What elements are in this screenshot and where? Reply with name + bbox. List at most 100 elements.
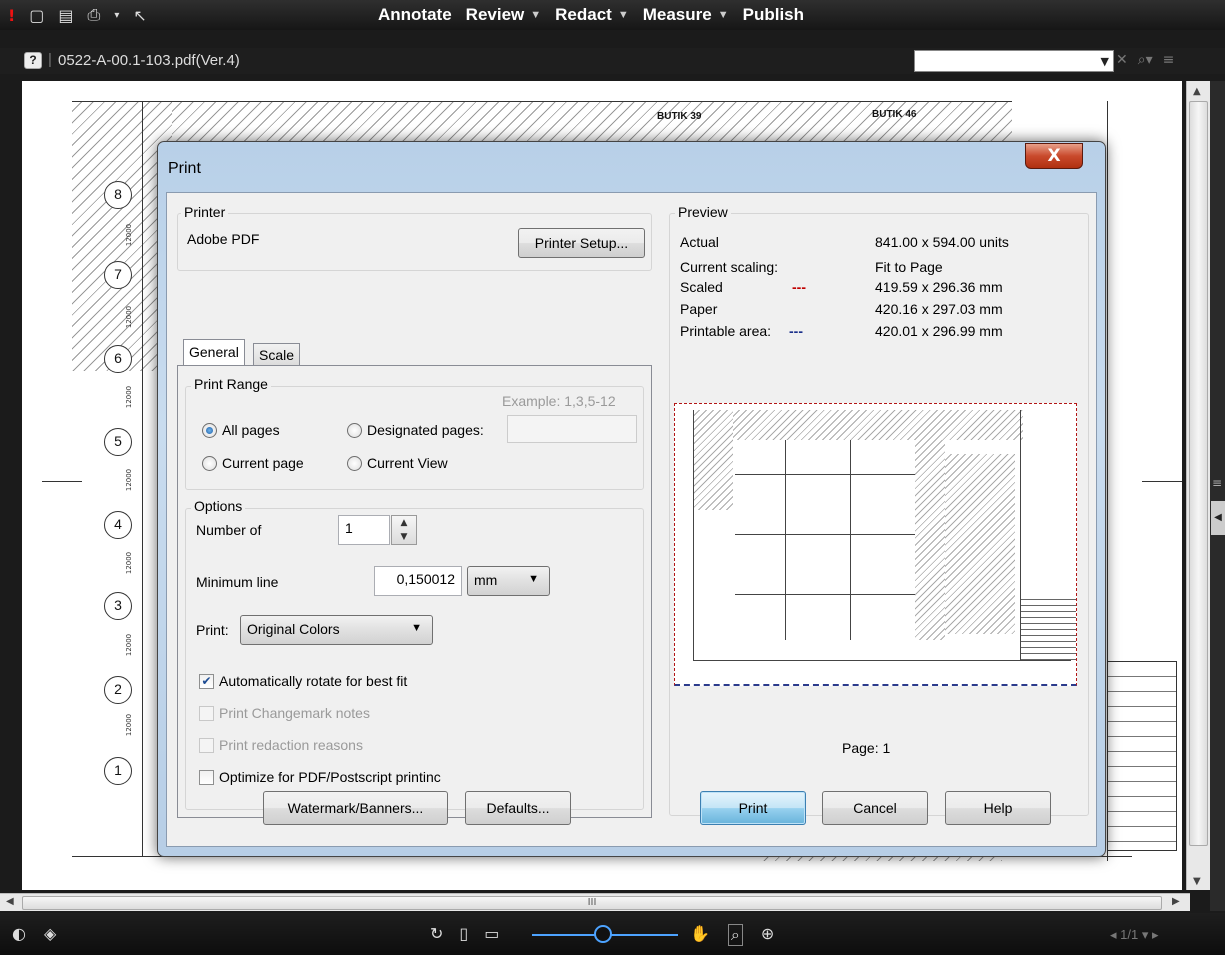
save-icon[interactable]: ▤ bbox=[58, 6, 73, 25]
grid-marker: 8 bbox=[104, 181, 132, 209]
preview-title-block bbox=[1021, 594, 1076, 660]
panel-menu-icon[interactable]: ≡ bbox=[1163, 52, 1175, 68]
single-page-icon[interactable]: ▯ bbox=[459, 924, 468, 943]
new-document-icon[interactable]: ▢ bbox=[29, 6, 44, 25]
dimension-label: 12000 bbox=[125, 468, 134, 492]
zoom-in-icon[interactable]: ⊕ bbox=[761, 924, 774, 946]
scroll-right-icon[interactable]: ▶ bbox=[1172, 896, 1180, 907]
preview-line bbox=[735, 474, 915, 475]
tab-general[interactable]: General bbox=[183, 339, 245, 365]
search-icon[interactable]: ⌕▾ bbox=[1138, 52, 1153, 68]
preview-hatch bbox=[693, 410, 733, 510]
chevron-down-icon: ▼ bbox=[530, 9, 542, 21]
panel-menu-icon[interactable]: ≡ bbox=[1212, 476, 1222, 490]
auto-rotate-label[interactable]: Automatically rotate for best fit bbox=[219, 673, 407, 689]
preview-row-value: 419.59 x 296.36 mm bbox=[875, 279, 1003, 295]
navigation-tools: ↻ ▯ ▭ bbox=[430, 924, 499, 943]
chevron-down-icon[interactable]: ▾ bbox=[114, 10, 119, 21]
quick-tools: ! ▢ ▤ ⎙ ▾ ↖ bbox=[8, 5, 147, 25]
collapse-panel-icon[interactable]: ◀ bbox=[1211, 501, 1225, 535]
layers-icon[interactable]: ◈ bbox=[44, 924, 56, 943]
scroll-thumb[interactable]: III bbox=[22, 896, 1162, 910]
zoom-window-icon[interactable]: ⌕ bbox=[727, 924, 743, 946]
print-mode-select[interactable]: Original Colors ▼ bbox=[240, 615, 433, 645]
menu-review[interactable]: Review ▼ bbox=[466, 5, 541, 25]
dialog-title: Print bbox=[168, 160, 201, 177]
preview-row-value: 420.16 x 297.03 mm bbox=[875, 301, 1003, 317]
preview-row-label: Printable area: bbox=[680, 323, 772, 339]
print-mode-label: Print: bbox=[196, 622, 229, 638]
minimum-line-input[interactable]: 0,150012 bbox=[374, 566, 462, 596]
close-button[interactable]: X bbox=[1025, 143, 1083, 169]
preview-row-label: Actual bbox=[680, 234, 719, 250]
alert-icon[interactable]: ! bbox=[8, 6, 15, 25]
changemark-notes-label[interactable]: Print Changemark notes bbox=[219, 705, 370, 721]
print-button[interactable]: Print bbox=[700, 791, 806, 825]
designated-pages-label[interactable]: Designated pages: bbox=[367, 422, 484, 438]
contrast-icon[interactable]: ◐ bbox=[12, 924, 26, 943]
preview-row-label: Paper bbox=[680, 301, 718, 317]
changemark-notes-checkbox[interactable] bbox=[199, 706, 214, 721]
current-page-label[interactable]: Current page bbox=[222, 455, 304, 471]
designated-pages-input[interactable] bbox=[507, 415, 637, 443]
number-of-copies-input[interactable]: 1 bbox=[338, 515, 390, 545]
help-icon[interactable]: ? bbox=[24, 52, 42, 69]
print-icon[interactable]: ⎙ bbox=[88, 5, 101, 25]
clear-icon[interactable]: ✕ bbox=[1116, 52, 1128, 68]
fit-width-icon[interactable]: ▭ bbox=[484, 924, 499, 943]
range-example: Example: 1,3,5-12 bbox=[502, 393, 616, 409]
print-mode-value: Original Colors bbox=[247, 621, 340, 637]
all-pages-radio[interactable] bbox=[202, 423, 217, 438]
preview-line bbox=[693, 410, 694, 660]
scroll-grip: III bbox=[587, 897, 597, 908]
pan-hand-icon[interactable]: ✋ bbox=[690, 924, 710, 946]
unit-select[interactable]: mm ▼ bbox=[467, 566, 550, 596]
menu-publish[interactable]: Publish bbox=[743, 5, 804, 25]
help-button[interactable]: Help bbox=[945, 791, 1051, 825]
next-page-icon[interactable]: ▾ ▸ bbox=[1142, 927, 1159, 942]
printer-setup-button[interactable]: Printer Setup... bbox=[518, 228, 645, 258]
drawing-line bbox=[72, 101, 1012, 102]
app-toolbar: ! ▢ ▤ ⎙ ▾ ↖ Annotate Review ▼ Redact ▼ Mea… bbox=[0, 0, 1225, 30]
scroll-down-icon[interactable]: ▼ bbox=[1193, 876, 1201, 887]
select-cursor-icon[interactable]: ↖ bbox=[133, 6, 146, 25]
prev-page-icon[interactable]: ◂ bbox=[1110, 927, 1117, 942]
chevron-down-icon[interactable]: ▼ bbox=[1101, 55, 1109, 68]
menu-redact[interactable]: Redact ▼ bbox=[555, 5, 629, 25]
redaction-reasons-checkbox[interactable] bbox=[199, 738, 214, 753]
printable-marker: --- bbox=[789, 323, 803, 339]
quantity-stepper[interactable]: ▲ ▼ bbox=[391, 515, 417, 545]
title-block bbox=[1107, 661, 1177, 851]
current-page-radio[interactable] bbox=[202, 456, 217, 471]
menu-annotate[interactable]: Annotate bbox=[378, 5, 452, 25]
current-view-label[interactable]: Current View bbox=[367, 455, 448, 471]
current-view-radio[interactable] bbox=[347, 456, 362, 471]
horizontal-scrollbar[interactable]: ◀ III ▶ bbox=[0, 893, 1190, 911]
designated-pages-radio[interactable] bbox=[347, 423, 362, 438]
scroll-thumb[interactable] bbox=[1189, 101, 1208, 846]
all-pages-label[interactable]: All pages bbox=[222, 422, 280, 438]
redaction-reasons-label[interactable]: Print redaction reasons bbox=[219, 737, 363, 753]
rotate-icon[interactable]: ↻ bbox=[430, 924, 443, 943]
preview-line bbox=[735, 534, 915, 535]
optimize-checkbox[interactable] bbox=[199, 770, 214, 785]
vertical-scrollbar[interactable]: ▲ ▼ bbox=[1186, 81, 1210, 890]
preview-hatch bbox=[945, 454, 1015, 634]
defaults-button[interactable]: Defaults... bbox=[465, 791, 571, 825]
optimize-label[interactable]: Optimize for PDF/Postscript printinc bbox=[219, 769, 471, 785]
zoom-slider-knob[interactable] bbox=[594, 925, 612, 943]
search-input[interactable]: ▼ bbox=[914, 50, 1114, 72]
menu-review-label: Review bbox=[465, 5, 525, 24]
watermark-banners-button[interactable]: Watermark/Banners... bbox=[263, 791, 448, 825]
search-tools: ✕ ⌕▾ ≡ bbox=[1116, 52, 1174, 68]
tool-modes: ✋ ⌕ ⊕ bbox=[690, 924, 774, 946]
page-indicator: ◂ 1/1 ▾ ▸ bbox=[1110, 927, 1159, 943]
tab-scale[interactable]: Scale bbox=[253, 343, 301, 365]
dialog-body: Printer Adobe PDF Printer Setup... Gener… bbox=[166, 192, 1097, 847]
printer-name: Adobe PDF bbox=[187, 231, 260, 247]
auto-rotate-checkbox[interactable]: ✔ bbox=[199, 674, 214, 689]
scroll-up-icon[interactable]: ▲ bbox=[1193, 86, 1201, 97]
menu-measure[interactable]: Measure ▼ bbox=[643, 5, 729, 25]
cancel-button[interactable]: Cancel bbox=[822, 791, 928, 825]
scroll-left-icon[interactable]: ◀ bbox=[6, 896, 14, 907]
